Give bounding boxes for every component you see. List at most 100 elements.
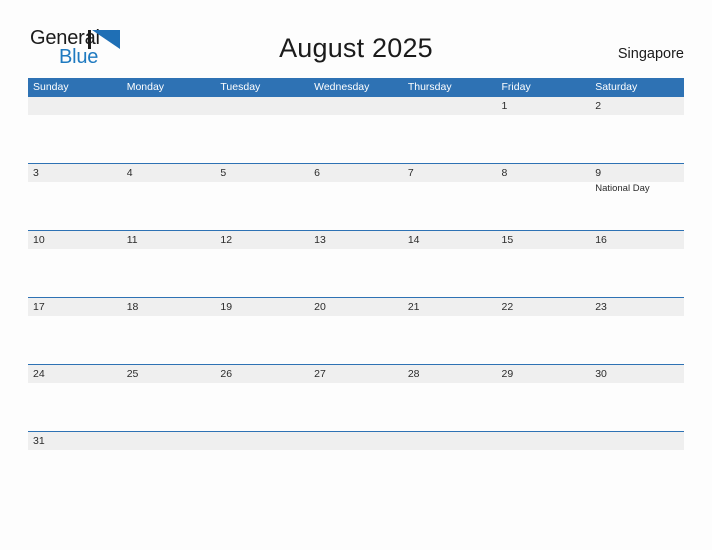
day-number: 22 <box>501 301 514 313</box>
week-row: 3 4 5 6 7 8 9 National Day <box>28 163 684 230</box>
day-cell[interactable] <box>215 97 310 163</box>
day-band <box>215 164 310 182</box>
day-cell[interactable]: 21 <box>402 298 497 364</box>
day-header-thursday: Thursday <box>407 81 452 93</box>
week-row: 10 11 12 13 14 15 16 <box>28 230 684 297</box>
day-cell[interactable]: 2 <box>590 97 684 163</box>
day-number: 30 <box>595 368 607 380</box>
day-cell[interactable]: 29 <box>496 365 591 431</box>
day-cell[interactable] <box>402 432 497 453</box>
day-cell[interactable] <box>496 432 591 453</box>
day-cell[interactable] <box>590 432 684 453</box>
day-cell[interactable]: 24 <box>28 365 122 431</box>
day-cell[interactable]: 10 <box>28 231 122 297</box>
day-header-tuesday: Tuesday <box>220 81 261 93</box>
day-number: 1 <box>501 100 508 112</box>
day-cell[interactable]: 5 <box>215 164 310 230</box>
day-number: 2 <box>595 100 602 112</box>
day-number: 20 <box>314 301 326 313</box>
calendar-page: General Blue August 2025 Singapore Sunda… <box>0 0 712 550</box>
day-number: 5 <box>220 167 227 179</box>
day-number: 13 <box>314 234 326 246</box>
day-band <box>402 164 497 182</box>
day-band <box>402 97 497 115</box>
day-cell[interactable]: 18 <box>121 298 216 364</box>
day-cell[interactable] <box>215 432 310 453</box>
day-number: 6 <box>314 167 320 179</box>
day-cell[interactable]: 16 <box>590 231 684 297</box>
day-band <box>28 164 122 182</box>
day-cell[interactable]: 23 <box>590 298 684 364</box>
week-row: 24 25 26 27 28 29 30 <box>28 364 684 431</box>
day-number: 11 <box>126 234 138 246</box>
week-row: 1 2 <box>28 96 684 163</box>
day-number: 28 <box>407 368 420 380</box>
day-cell[interactable]: 28 <box>402 365 497 431</box>
day-cell[interactable] <box>309 97 403 163</box>
day-number: 4 <box>126 167 133 179</box>
day-cell[interactable]: 30 <box>590 365 684 431</box>
day-number: 23 <box>595 301 607 313</box>
day-cell[interactable]: 26 <box>215 365 310 431</box>
day-number: 18 <box>126 301 139 313</box>
day-number: 31 <box>33 435 45 447</box>
day-cell[interactable] <box>28 97 122 163</box>
day-cell[interactable]: 12 <box>215 231 310 297</box>
day-band <box>121 432 216 450</box>
day-cell[interactable]: 13 <box>309 231 403 297</box>
day-cell[interactable] <box>309 432 403 453</box>
day-number: 24 <box>33 368 45 380</box>
day-cell[interactable]: 27 <box>309 365 403 431</box>
day-band <box>496 432 591 450</box>
day-cell[interactable]: 17 <box>28 298 122 364</box>
day-number: 12 <box>220 234 233 246</box>
day-band <box>496 164 591 182</box>
day-header-sunday: Sunday <box>33 81 69 93</box>
day-number: 19 <box>220 301 233 313</box>
day-number: 27 <box>314 368 326 380</box>
day-number: 3 <box>33 167 39 179</box>
day-cell[interactable]: 25 <box>121 365 216 431</box>
day-header-saturday: Saturday <box>595 81 638 93</box>
day-band <box>309 432 403 450</box>
day-number: 14 <box>407 234 420 246</box>
day-cell[interactable]: 15 <box>496 231 591 297</box>
day-cell[interactable]: 22 <box>496 298 591 364</box>
day-cell[interactable] <box>402 97 497 163</box>
day-cell[interactable]: 20 <box>309 298 403 364</box>
day-cell[interactable] <box>121 97 216 163</box>
day-cell[interactable]: 31 <box>28 432 122 453</box>
day-cell[interactable]: 6 <box>309 164 403 230</box>
page-header: General Blue August 2025 Singapore <box>0 0 712 78</box>
day-cell[interactable]: 4 <box>121 164 216 230</box>
day-header-friday: Friday <box>501 81 531 93</box>
day-number: 29 <box>501 368 514 380</box>
day-event: National Day <box>595 183 650 194</box>
day-cell[interactable]: 3 <box>28 164 122 230</box>
page-title: August 2025 <box>279 33 433 63</box>
day-number: 26 <box>220 368 233 380</box>
day-cell[interactable]: 1 <box>496 97 591 163</box>
day-band <box>28 97 122 115</box>
day-band <box>121 164 216 182</box>
day-band <box>496 97 591 115</box>
day-cell[interactable]: 14 <box>402 231 497 297</box>
day-number: 9 <box>595 167 602 179</box>
day-header-monday: Monday <box>126 81 165 93</box>
day-band <box>309 97 403 115</box>
day-number: 7 <box>407 167 414 179</box>
calendar-grid: Sunday Monday Tuesday Wednesday Thursday… <box>28 78 684 453</box>
day-band <box>121 97 216 115</box>
day-cell[interactable]: 11 <box>121 231 216 297</box>
day-cell[interactable] <box>121 432 216 453</box>
day-cell[interactable]: 9 National Day <box>590 164 684 230</box>
day-cell[interactable]: 7 <box>402 164 497 230</box>
day-band <box>215 97 310 115</box>
day-number: 8 <box>501 167 508 179</box>
day-band <box>309 164 403 182</box>
day-cell[interactable]: 19 <box>215 298 310 364</box>
day-number: 16 <box>595 234 607 246</box>
day-cell[interactable]: 8 <box>496 164 591 230</box>
region-label: Singapore <box>617 46 684 62</box>
day-band <box>215 432 310 450</box>
